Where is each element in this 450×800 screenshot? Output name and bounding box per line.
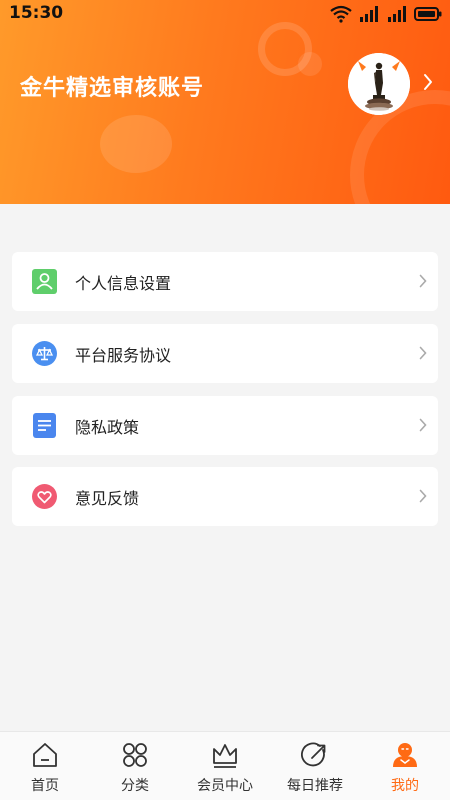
- tab-label: 每日推荐: [287, 778, 343, 794]
- status-time: 15:30: [9, 3, 64, 23]
- arrow-circle-icon: [301, 742, 326, 767]
- menu-item-label: 个人信息设置: [75, 274, 172, 293]
- tab-label: 首页: [31, 778, 59, 794]
- avatar[interactable]: [348, 53, 410, 115]
- document-icon: [33, 413, 56, 438]
- profile-header: 15:30 金牛精选审核账号: [0, 0, 450, 204]
- user-settings-icon: [32, 269, 57, 294]
- tab-category[interactable]: 分类: [90, 732, 180, 800]
- menu-item-label: 平台服务协议: [75, 346, 172, 365]
- status-icons: [330, 5, 442, 23]
- tab-label: 分类: [121, 778, 149, 794]
- battery-icon: [414, 7, 442, 21]
- header-decoration: [100, 115, 172, 173]
- chevron-right-icon: [419, 274, 427, 288]
- signal-icon: [388, 6, 406, 22]
- menu-item-privacy-policy[interactable]: 隐私政策: [12, 396, 438, 455]
- trophy-statue-icon: [348, 53, 410, 115]
- profile-icon: [393, 743, 417, 767]
- menu-item-feedback[interactable]: 意见反馈: [12, 467, 438, 526]
- tab-membership[interactable]: 会员中心: [180, 732, 270, 800]
- menu-item-service-agreement[interactable]: 平台服务协议: [12, 324, 438, 383]
- chevron-right-icon: [419, 489, 427, 503]
- crown-icon: [213, 744, 237, 768]
- menu-item-label: 意见反馈: [75, 489, 140, 508]
- chevron-right-icon[interactable]: [422, 72, 434, 92]
- signal-icon: [360, 6, 378, 22]
- account-name: 金牛精选审核账号: [20, 76, 205, 101]
- bottom-tab-bar: 首页 分类 会员中心 每日推荐 我的: [0, 731, 450, 800]
- chevron-right-icon: [419, 346, 427, 360]
- status-bar: 15:30: [0, 0, 450, 28]
- wifi-icon: [330, 5, 352, 23]
- tab-daily-recommend[interactable]: 每日推荐: [270, 732, 360, 800]
- header-decoration: [298, 52, 322, 76]
- scales-icon: [32, 341, 57, 366]
- category-icon: [123, 743, 147, 767]
- tab-home[interactable]: 首页: [0, 732, 90, 800]
- menu-item-label: 隐私政策: [75, 418, 140, 437]
- tab-label: 我的: [391, 778, 419, 794]
- tab-mine[interactable]: 我的: [360, 732, 450, 800]
- home-icon: [33, 743, 57, 767]
- tab-label: 会员中心: [197, 778, 253, 794]
- heart-icon: [32, 484, 57, 509]
- chevron-right-icon: [419, 418, 427, 432]
- menu-item-personal-info[interactable]: 个人信息设置: [12, 252, 438, 311]
